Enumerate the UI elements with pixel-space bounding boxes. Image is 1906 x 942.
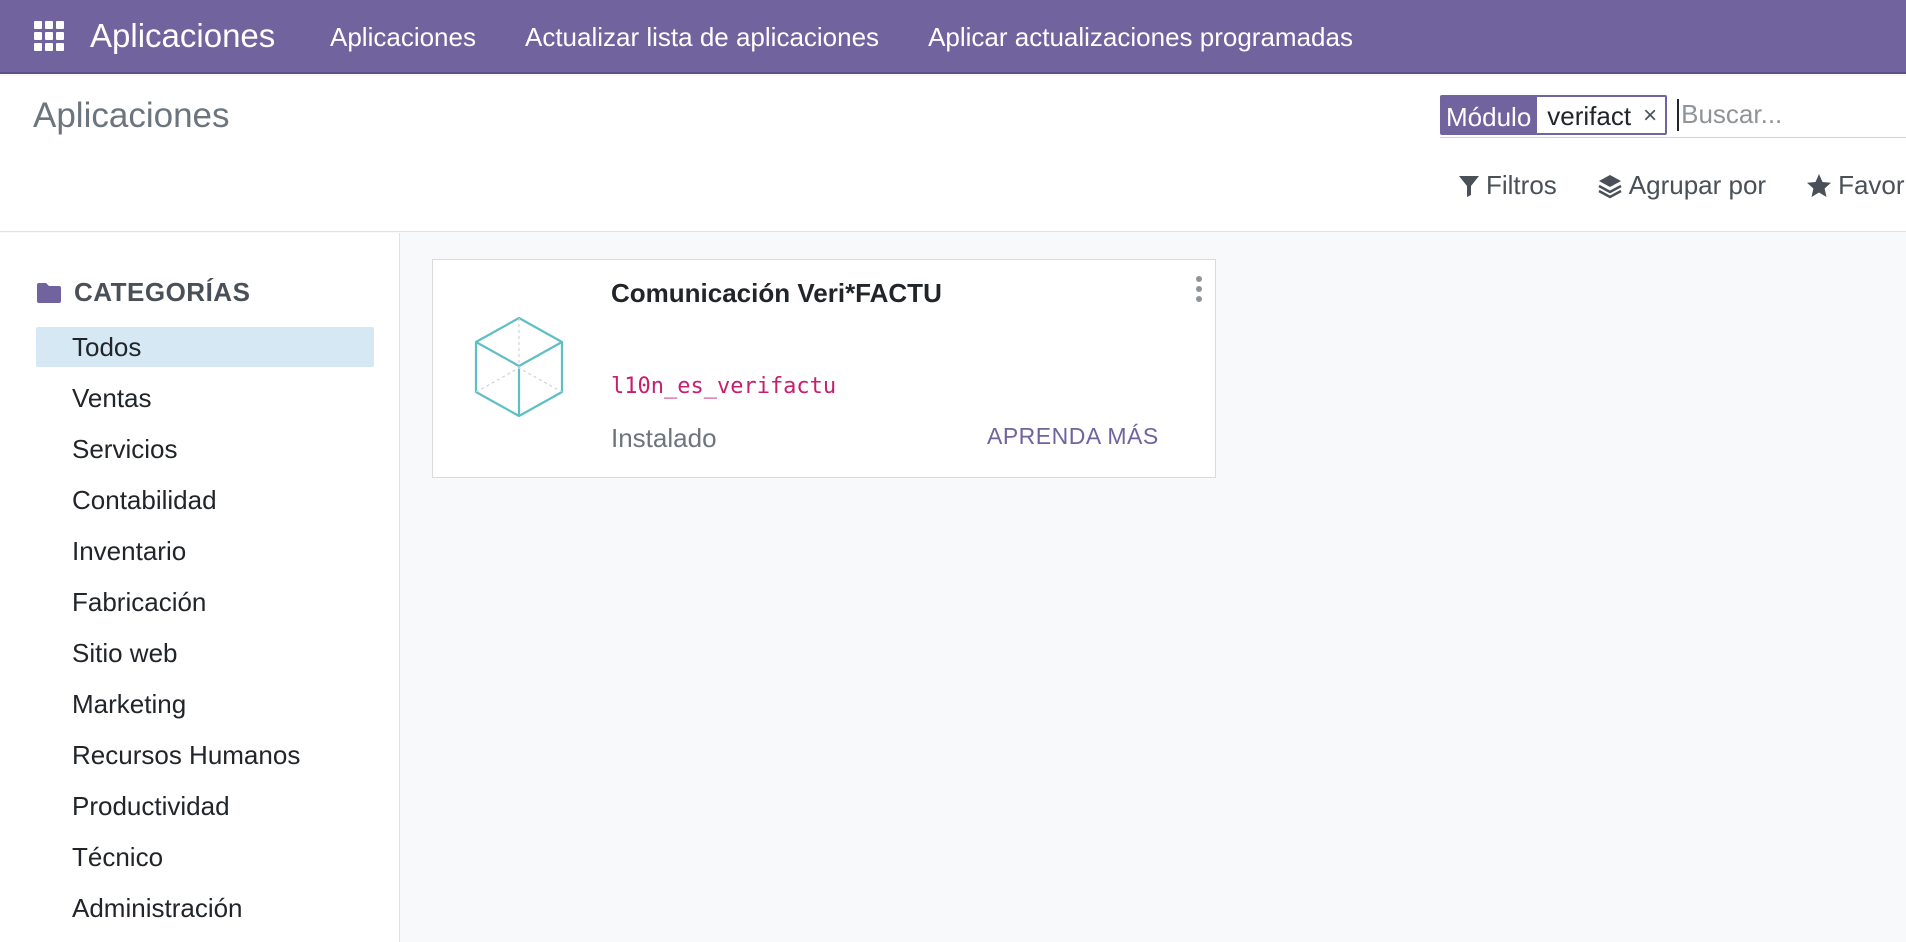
categories-sidebar: CATEGORÍAS Todos Ventas Servicios Contab… <box>0 233 400 942</box>
group-by-button[interactable]: Agrupar por <box>1597 170 1766 201</box>
filter-icon <box>1459 175 1479 197</box>
layers-icon <box>1598 174 1622 198</box>
category-contabilidad[interactable]: Contabilidad <box>36 480 374 520</box>
categories-header-label: CATEGORÍAS <box>74 277 251 307</box>
category-administracion[interactable]: Administración <box>36 888 374 928</box>
categories-list: Todos Ventas Servicios Contabilidad Inve… <box>36 327 374 939</box>
card-menu-icon[interactable] <box>1191 276 1207 302</box>
favorites-button[interactable]: Favoritos <box>1806 170 1906 201</box>
category-todos[interactable]: Todos <box>36 327 374 367</box>
category-recursos-humanos[interactable]: Recursos Humanos <box>36 735 374 775</box>
categories-header: CATEGORÍAS <box>36 277 250 308</box>
module-technical-name: l10n_es_verifactu <box>611 374 837 399</box>
category-marketing[interactable]: Marketing <box>36 684 374 724</box>
category-ventas[interactable]: Ventas <box>36 378 374 418</box>
star-icon <box>1807 173 1832 197</box>
search-input[interactable] <box>1677 98 1878 131</box>
breadcrumb: Aplicaciones <box>33 96 230 135</box>
favorites-label: Favoritos <box>1838 170 1906 200</box>
facet-value: verifact <box>1537 96 1636 133</box>
app-brand[interactable]: Aplicaciones <box>90 17 275 55</box>
group-by-label: Agrupar por <box>1628 170 1767 200</box>
facet-label: Módulo <box>1442 96 1538 133</box>
category-productividad[interactable]: Productividad <box>36 786 374 826</box>
module-card[interactable]: Comunicación Veri*FACTU l10n_es_verifact… <box>432 259 1216 478</box>
category-sitio-web[interactable]: Sitio web <box>36 633 374 673</box>
folder-icon <box>37 282 61 303</box>
menu-apply-scheduled-upgrades[interactable]: Aplicar actualizaciones programadas <box>928 22 1353 53</box>
category-inventario[interactable]: Inventario <box>36 531 374 571</box>
category-tecnico[interactable]: Técnico <box>36 837 374 877</box>
learn-more-button[interactable]: APRENDA MÁS <box>987 423 1159 450</box>
category-fabricacion[interactable]: Fabricación <box>36 582 374 622</box>
top-navbar: Aplicaciones Aplicaciones Actualizar lis… <box>0 0 1906 74</box>
search-facet: Módulo verifact × <box>1440 94 1668 135</box>
filters-button[interactable]: Filtros <box>1458 170 1557 201</box>
apps-menu-icon[interactable] <box>34 21 64 51</box>
search-options: Filtros Agrupar por Favoritos <box>1458 170 1906 201</box>
category-servicios[interactable]: Servicios <box>36 429 374 469</box>
module-status: Instalado <box>611 423 717 453</box>
module-title: Comunicación Veri*FACTU <box>611 278 942 308</box>
search-box: Módulo verifact × <box>1440 92 1906 138</box>
nav-menu: Aplicaciones Actualizar lista de aplicac… <box>330 0 1402 74</box>
menu-aplicaciones[interactable]: Aplicaciones <box>330 22 476 53</box>
facet-remove-icon[interactable]: × <box>1635 96 1666 133</box>
control-panel: Aplicaciones Módulo verifact × Filtros A… <box>0 76 1906 232</box>
cube-icon <box>474 316 564 418</box>
filters-label: Filtros <box>1486 170 1557 200</box>
menu-update-apps-list[interactable]: Actualizar lista de aplicaciones <box>525 22 879 53</box>
